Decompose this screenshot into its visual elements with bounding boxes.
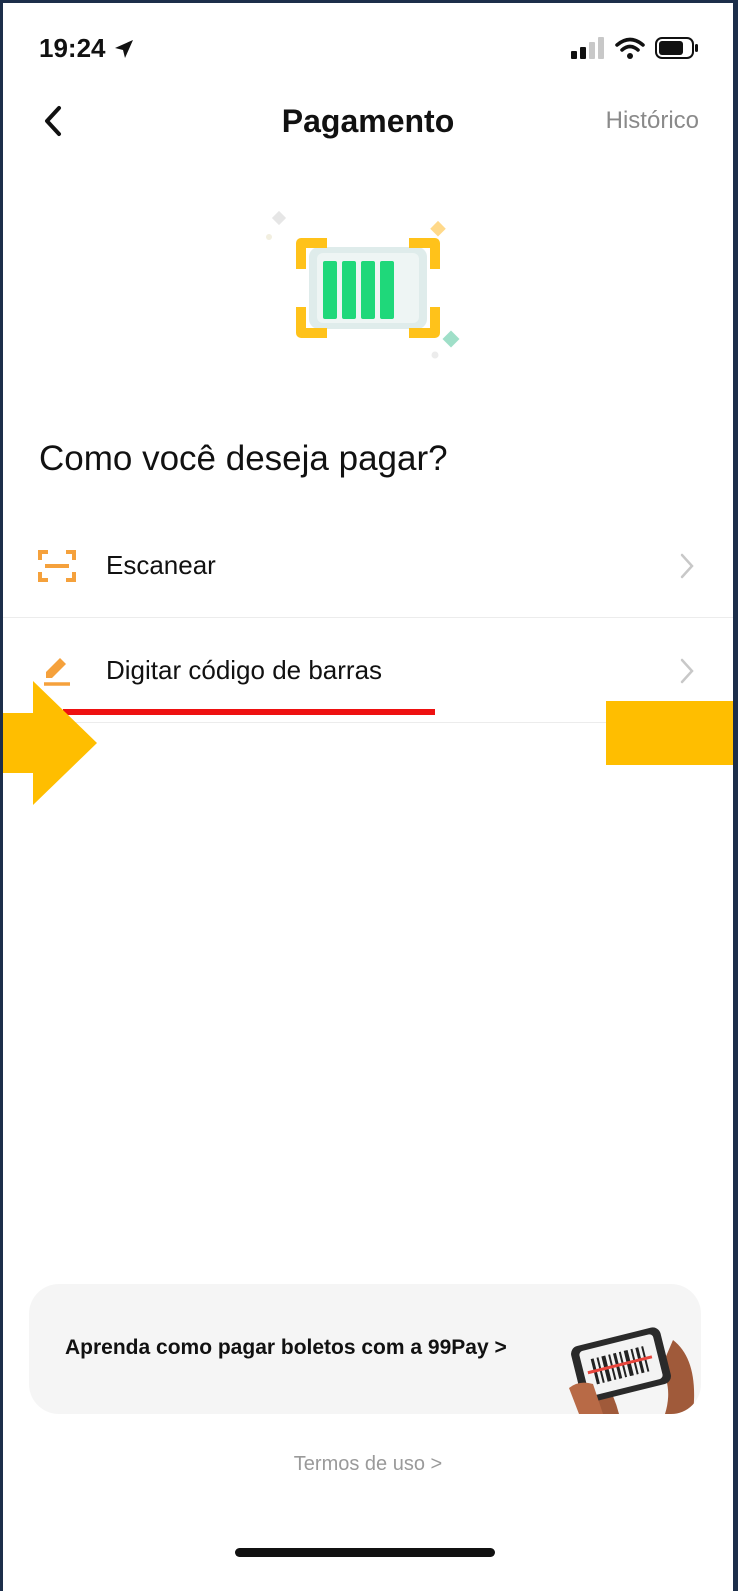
terms-of-use-link[interactable]: Termos de uso > <box>3 1453 733 1476</box>
wifi-icon <box>615 37 645 59</box>
status-time-text: 19:24 <box>39 33 106 63</box>
home-indicator <box>235 1548 495 1557</box>
option-scan-label: Escanear <box>106 550 216 580</box>
help-banner-text: Aprenda como pagar boletos com a 99Pay > <box>65 1336 507 1359</box>
annotation-underline <box>63 709 435 715</box>
option-scan[interactable]: Escanear <box>3 514 733 618</box>
chevron-right-icon <box>679 656 699 686</box>
phone-scan-illustration <box>569 1327 695 1414</box>
payment-screen: 19:24 Pagamento Histórico Como você dese… <box>3 3 733 1591</box>
option-type-barcode-label: Digitar código de barras <box>106 655 383 685</box>
location-arrow-icon <box>114 39 133 58</box>
battery-icon <box>655 37 698 59</box>
history-link[interactable]: Histórico <box>606 107 699 135</box>
annotation-arrow-icon <box>3 681 97 805</box>
barcode-scan-illustration <box>266 210 460 359</box>
status-indicators <box>571 37 699 59</box>
status-time: 19:24 <box>39 33 136 64</box>
scan-icon <box>37 546 77 586</box>
chevron-left-icon <box>45 106 61 136</box>
payment-method-question: Como você deseja pagar? <box>39 439 448 478</box>
annotation-highlight <box>606 701 733 765</box>
help-banner[interactable]: Aprenda como pagar boletos com a 99Pay > <box>29 1284 701 1414</box>
chevron-right-icon <box>679 551 699 581</box>
back-button[interactable] <box>33 99 73 143</box>
signal-icon <box>571 37 604 59</box>
